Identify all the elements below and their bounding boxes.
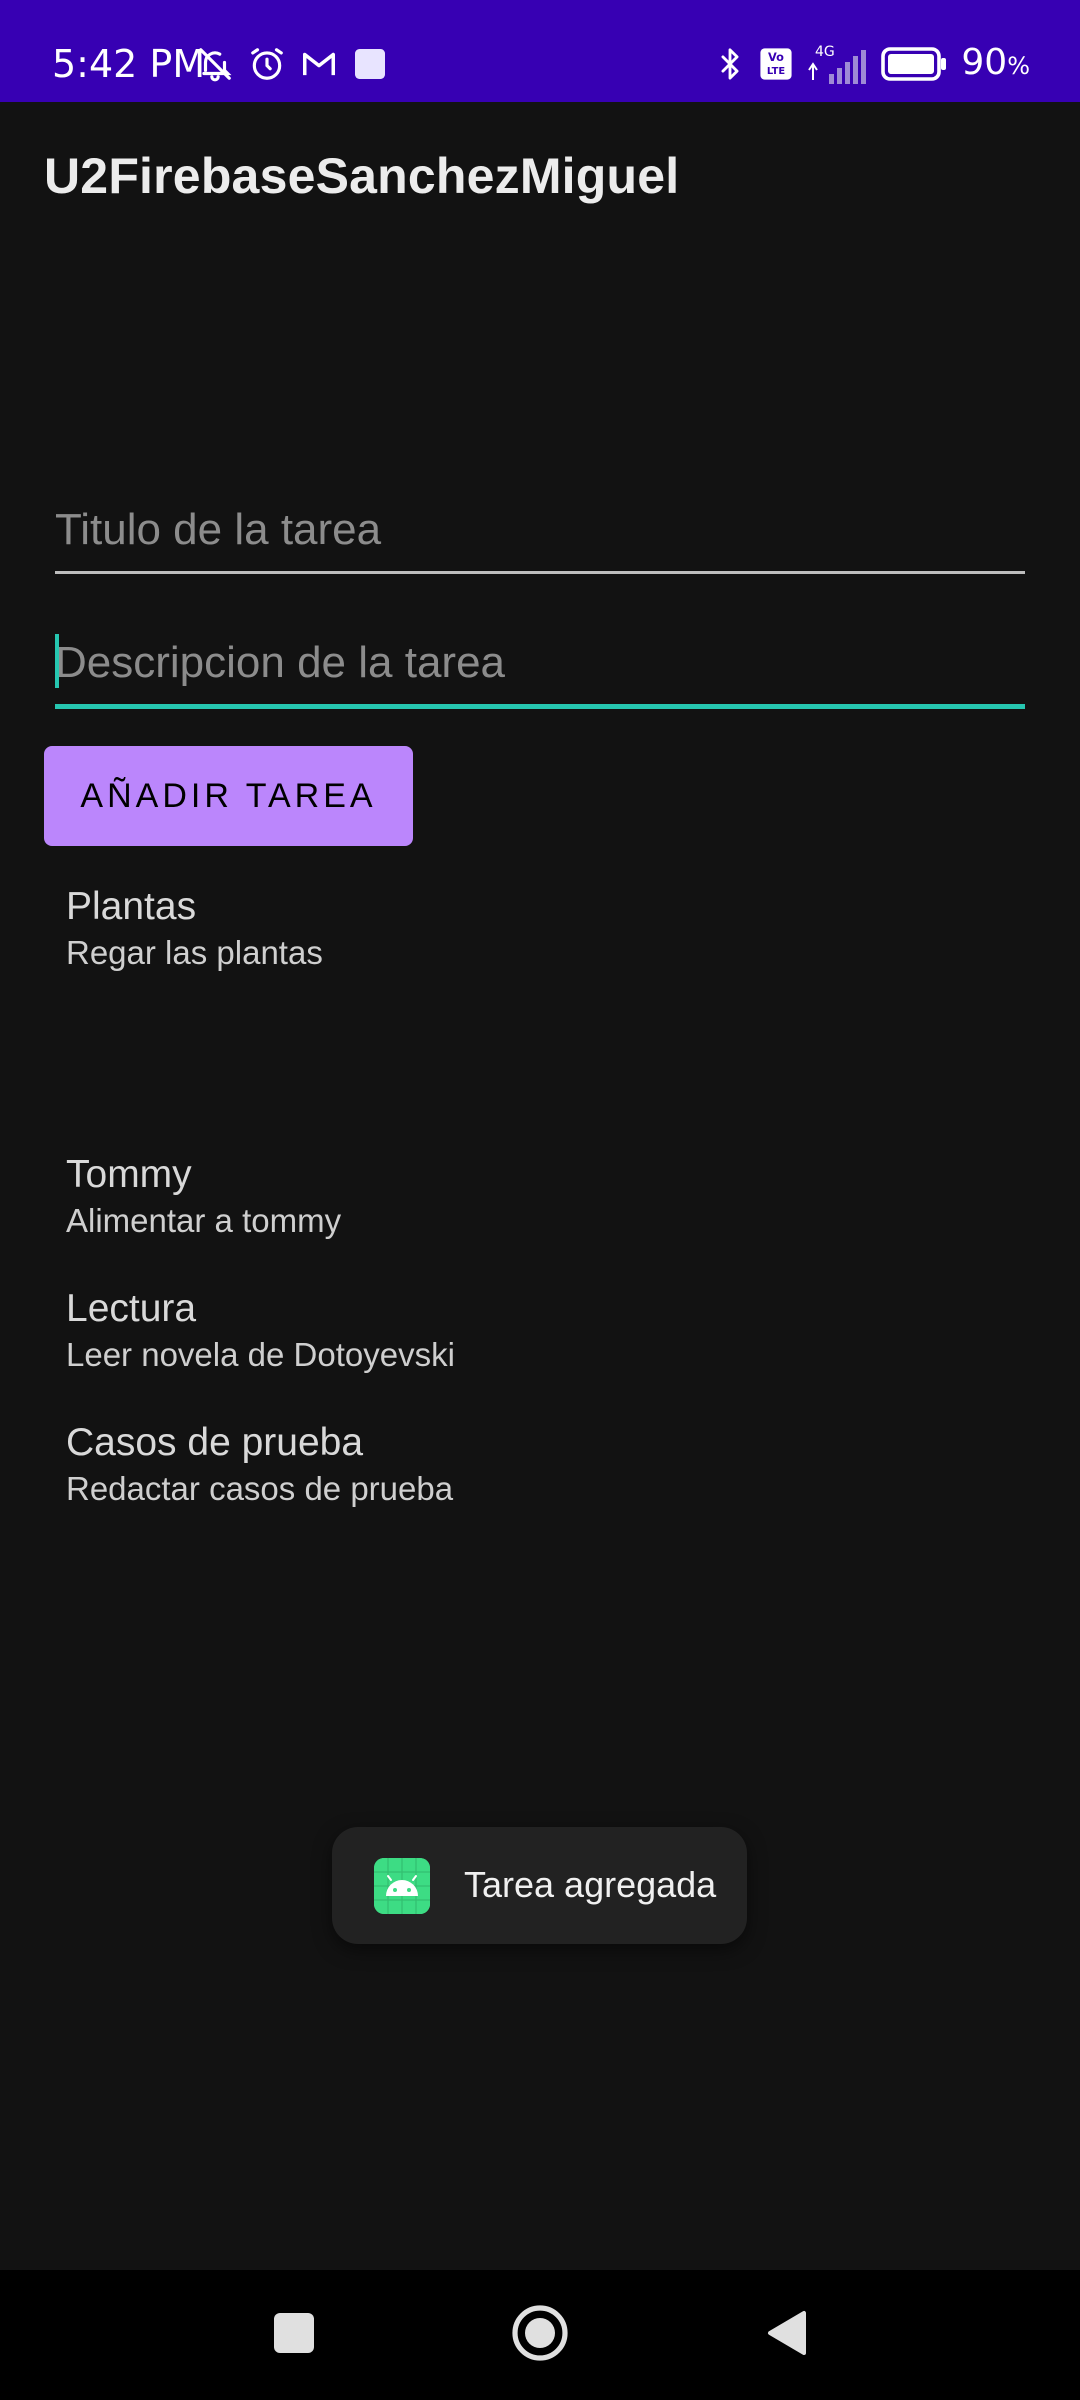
task-title: Plantas — [66, 885, 197, 928]
task-description: Regar las plantas — [66, 934, 323, 971]
battery-percent: 90% — [961, 41, 1030, 88]
description-input-container — [55, 628, 1025, 709]
task-title: Casos de prueba — [66, 1421, 364, 1464]
back-button[interactable] — [726, 2270, 846, 2400]
text-cursor — [55, 634, 59, 688]
network-label: 4G — [815, 44, 835, 60]
task-description: Alimentar a tommy — [66, 1202, 342, 1239]
android-icon — [374, 1858, 430, 1914]
description-input-underline — [55, 704, 1025, 709]
task-title: Lectura — [66, 1287, 197, 1330]
status-bar: 5:42 PM Vo LTE 4G 90% — [0, 0, 1080, 102]
title-input[interactable] — [55, 495, 1025, 565]
battery-percent-value: 90 — [961, 41, 1008, 83]
navigation-bar — [0, 2270, 1080, 2400]
toast: Tarea agregada — [332, 1827, 747, 1944]
signal-icon: 4G — [805, 42, 869, 86]
alarm-icon — [248, 45, 286, 83]
battery-percent-unit: % — [1007, 51, 1030, 80]
title-input-underline — [55, 571, 1025, 574]
recents-icon — [272, 2311, 316, 2360]
svg-text:LTE: LTE — [767, 66, 785, 77]
bluetooth-icon — [713, 44, 747, 84]
description-input[interactable] — [55, 628, 1025, 698]
gmail-icon — [300, 45, 338, 83]
bell-off-icon — [196, 45, 234, 83]
list-item[interactable]: Plantas Regar las plantas — [66, 884, 966, 974]
toast-message: Tarea agregada — [464, 1864, 717, 1905]
list-item[interactable]: Casos de prueba Redactar casos de prueba — [66, 1420, 966, 1510]
add-task-button[interactable]: AÑADIR TAREA — [44, 746, 413, 846]
status-time: 5:42 PM — [52, 42, 206, 86]
home-button[interactable] — [480, 2270, 600, 2400]
task-description: Redactar casos de prueba — [66, 1470, 454, 1507]
svg-text:Vo: Vo — [768, 50, 784, 64]
app-title: U2FirebaseSanchezMiguel — [44, 148, 680, 204]
battery-icon — [881, 47, 949, 81]
list-item[interactable]: Tommy Alimentar a tommy — [66, 1152, 966, 1242]
task-description: Leer novela de Dotoyevski — [66, 1336, 455, 1373]
list-item[interactable]: Lectura Leer novela de Dotoyevski — [66, 1286, 966, 1376]
home-icon — [511, 2304, 569, 2367]
recents-button[interactable] — [234, 2270, 354, 2400]
volte-icon: Vo LTE — [759, 47, 793, 81]
status-right-icons: Vo LTE 4G 90% — [713, 42, 1030, 86]
back-icon — [764, 2309, 808, 2362]
task-title: Tommy — [66, 1153, 192, 1196]
app-bar: U2FirebaseSanchezMiguel — [0, 102, 1080, 254]
app-square-icon — [352, 46, 388, 82]
title-input-container — [55, 495, 1025, 574]
status-left-icons — [196, 44, 388, 84]
